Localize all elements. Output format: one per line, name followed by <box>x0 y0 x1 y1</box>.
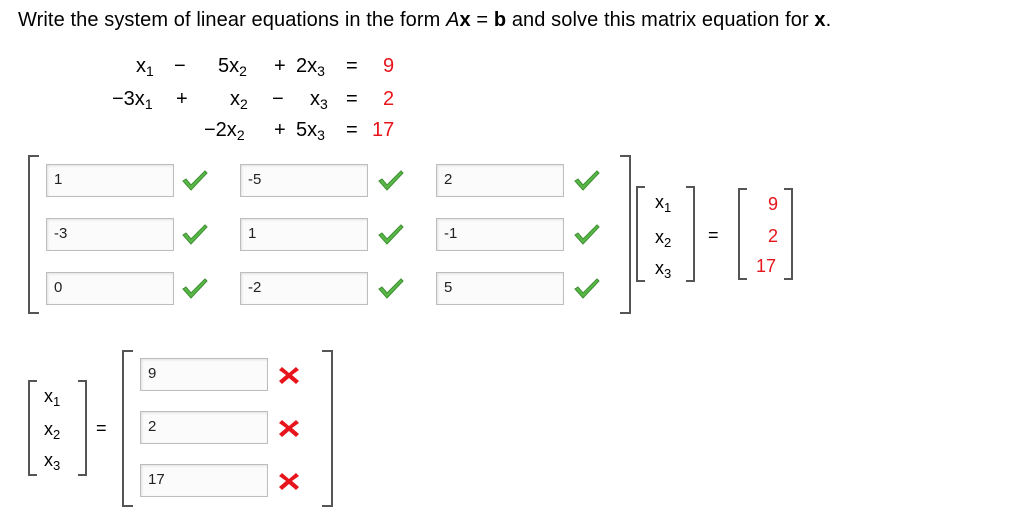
prompt-equals: = <box>470 9 494 31</box>
b-vector-right-bracket <box>784 188 793 280</box>
matrix-a-cell-3-1[interactable]: 0 <box>46 272 174 305</box>
eq1-op2: + <box>274 55 286 77</box>
matrix-a-right-bracket <box>620 155 631 314</box>
eq1-rhs: 9 <box>383 55 395 77</box>
check-icon <box>574 170 600 191</box>
equals-sign-bottom: = <box>96 418 107 438</box>
eq1-term2: 5x2 <box>218 55 247 79</box>
check-icon <box>182 224 208 245</box>
check-icon <box>378 278 404 299</box>
solution-x1-input[interactable]: 9 <box>140 358 268 391</box>
prompt-text: Write the system of linear equations in … <box>18 9 447 31</box>
prompt-text-mid: and solve this matrix equation for <box>506 9 815 31</box>
check-icon <box>378 170 404 191</box>
eq2-rhs: 2 <box>383 88 395 110</box>
prompt-vector-x-end: x <box>814 9 826 31</box>
x-mark-icon <box>279 420 299 437</box>
x-vector-left-bracket <box>636 186 645 282</box>
check-icon <box>378 224 404 245</box>
matrix-a-cell-3-2[interactable]: -2 <box>240 272 368 305</box>
matrix-a-cell-1-1[interactable]: 1 <box>46 164 174 197</box>
check-icon <box>574 224 600 245</box>
eq3-term2: −2x2 <box>204 119 245 143</box>
prompt-matrix-a: A <box>446 9 460 31</box>
eq2-op2: − <box>272 88 284 110</box>
solution-x3-input[interactable]: 17 <box>140 464 268 497</box>
matrix-a-cell-2-3[interactable]: -1 <box>436 218 564 251</box>
check-icon <box>574 278 600 299</box>
b-value-1: 9 <box>768 194 779 214</box>
matrix-a-cell-2-1[interactable]: -3 <box>46 218 174 251</box>
matrix-a-cell-2-2[interactable]: 1 <box>240 218 368 251</box>
solution-right-bracket <box>322 350 333 507</box>
prompt-vector-x: x <box>459 9 471 31</box>
matrix-a-cell-3-3[interactable]: 5 <box>436 272 564 305</box>
x3-label: x3 <box>655 258 672 281</box>
eq2-term2: x2 <box>230 88 248 112</box>
prompt-period: . <box>825 9 832 31</box>
eq1-term1: x1 <box>136 55 154 79</box>
eq2-op1: + <box>176 88 188 110</box>
x-vector-bottom-right-bracket <box>78 380 87 476</box>
eq1-term3: 2x3 <box>296 55 325 79</box>
eq2-term3: x3 <box>310 88 328 112</box>
check-icon <box>182 170 208 191</box>
eq1-equals: = <box>346 55 358 77</box>
matrix-a-cell-1-3[interactable]: 2 <box>436 164 564 197</box>
matrix-a-cell-1-2[interactable]: -5 <box>240 164 368 197</box>
b-vector-left-bracket <box>738 188 747 280</box>
eq2-equals: = <box>346 88 358 110</box>
b-value-2: 2 <box>768 226 779 246</box>
eq1-op1: − <box>174 55 186 77</box>
x-mark-icon <box>279 473 299 490</box>
prompt-vector-b: b <box>493 9 507 31</box>
x-mark-icon <box>279 367 299 384</box>
question-prompt: Write the system of linear equations in … <box>18 9 831 32</box>
x3-label-bottom: x3 <box>44 450 61 473</box>
eq2-term1: −3x1 <box>112 88 153 112</box>
x-vector-right-bracket <box>686 186 695 282</box>
solution-left-bracket <box>122 350 133 507</box>
x-vector-bottom-left-bracket <box>28 380 37 476</box>
x1-label: x1 <box>655 192 672 215</box>
eq3-term3: 5x3 <box>296 119 325 143</box>
equals-sign-top: = <box>708 225 719 245</box>
x2-label: x2 <box>655 227 672 250</box>
eq3-op2: + <box>274 119 286 141</box>
x1-label-bottom: x1 <box>44 386 61 409</box>
check-icon <box>182 278 208 299</box>
solution-x2-input[interactable]: 2 <box>140 411 268 444</box>
x2-label-bottom: x2 <box>44 419 61 442</box>
b-value-3: 17 <box>756 256 777 276</box>
eq3-rhs: 17 <box>372 119 395 141</box>
matrix-a-left-bracket <box>28 155 39 314</box>
eq3-equals: = <box>346 119 358 141</box>
